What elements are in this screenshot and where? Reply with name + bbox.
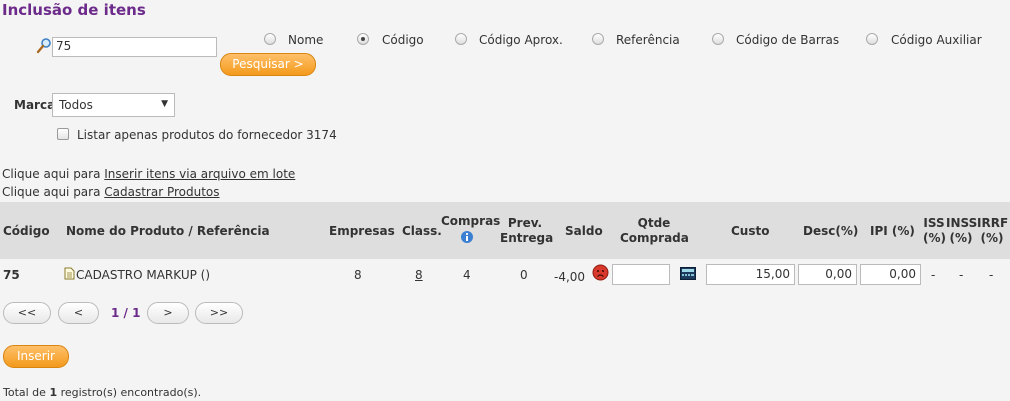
radio-label-codigo-aprox: Código Aprox. xyxy=(479,33,563,47)
row-inss: - xyxy=(959,268,964,282)
next-page-button[interactable]: > xyxy=(147,302,189,324)
header-iss-line2: (%) xyxy=(923,231,946,245)
supplier-filter-label: Listar apenas produtos do fornecedor 317… xyxy=(77,128,337,142)
header-desc: Desc(%) xyxy=(803,224,859,238)
results-count: Total de 1 registro(s) encontrado(s). xyxy=(3,386,201,399)
header-iss-line1: ISS xyxy=(923,216,945,230)
brand-select[interactable]: Todos ▼ xyxy=(52,93,175,117)
radio-label-codigo: Código xyxy=(382,33,424,47)
supplier-filter-checkbox[interactable] xyxy=(57,128,69,140)
header-nome: Nome do Produto / Referência xyxy=(66,224,270,238)
search-button[interactable]: Pesquisar > xyxy=(220,53,316,76)
header-irrf-line1: IRRF xyxy=(977,216,1009,230)
header-inss-line1: INSS xyxy=(946,216,978,230)
register-products-link[interactable]: Cadastrar Produtos xyxy=(104,185,219,199)
header-prev-entrega: Prev. Entrega xyxy=(500,216,554,246)
custo-input[interactable]: 15,00 xyxy=(706,264,795,285)
page-title: Inclusão de itens xyxy=(2,1,146,19)
radio-codigo[interactable] xyxy=(357,33,369,45)
sad-face-icon xyxy=(592,264,609,281)
row-iss: - xyxy=(931,268,936,282)
header-inss-line2: (%) xyxy=(949,231,973,245)
radio-label-codigo-auxiliar: Código Auxiliar xyxy=(891,33,982,47)
last-page-button[interactable]: >> xyxy=(195,302,243,324)
header-irrf: IRRF (%) xyxy=(977,216,1009,246)
row-empresas: 8 xyxy=(354,268,362,282)
table-header: Código Nome do Produto / Referência Empr… xyxy=(0,202,1010,259)
calculator-icon[interactable] xyxy=(680,267,696,280)
page-indicator: 1 / 1 xyxy=(111,306,141,320)
radio-label-nome: Nome xyxy=(288,33,324,47)
header-prev-line2: Entrega xyxy=(500,231,554,245)
batch-insert-line: Clique aqui para Inserir itens via arqui… xyxy=(2,167,295,181)
desc-input[interactable]: 0,00 xyxy=(798,264,857,285)
search-icon xyxy=(36,38,51,54)
prev-page-button[interactable]: < xyxy=(58,302,99,324)
table-row: 75 CADASTRO MARKUP () 8 8 4 0 -4,00 15,0… xyxy=(0,259,1010,291)
row-prev: 0 xyxy=(520,268,528,282)
row-irrf: - xyxy=(989,268,994,282)
radio-label-referencia: Referência xyxy=(616,33,680,47)
header-iss: ISS (%) xyxy=(923,216,946,246)
first-page-button[interactable]: << xyxy=(3,302,51,324)
header-inss: INSS (%) xyxy=(946,216,978,246)
header-codigo: Código xyxy=(3,224,50,238)
header-compras: Compras xyxy=(441,214,501,228)
radio-codigo-auxiliar[interactable] xyxy=(866,33,878,45)
row-compras: 4 xyxy=(463,268,471,282)
radio-label-codigo-barras: Código de Barras xyxy=(736,33,840,47)
row-nome: CADASTRO MARKUP () xyxy=(76,268,211,282)
header-prev-line1: Prev. xyxy=(507,216,543,230)
insert-button[interactable]: Inserir xyxy=(3,345,69,368)
qtde-input[interactable] xyxy=(612,264,670,285)
register-products-prefix: Clique aqui para xyxy=(2,185,105,199)
search-input[interactable]: 75 xyxy=(52,37,217,57)
brand-select-value: Todos xyxy=(59,98,93,112)
row-codigo: 75 xyxy=(3,268,20,282)
radio-nome[interactable] xyxy=(264,33,276,45)
results-prefix: Total de xyxy=(3,386,50,399)
info-icon[interactable] xyxy=(460,230,474,244)
header-saldo: Saldo xyxy=(565,224,603,238)
radio-codigo-aprox[interactable] xyxy=(455,33,467,45)
radio-codigo-barras[interactable] xyxy=(712,33,724,45)
batch-insert-link[interactable]: Inserir itens via arquivo em lote xyxy=(104,167,295,181)
header-qtde-line2: Comprada xyxy=(620,231,689,245)
header-ipi: IPI (%) xyxy=(870,224,915,238)
ipi-input[interactable]: 0,00 xyxy=(860,264,921,285)
radio-referencia[interactable] xyxy=(592,33,604,45)
results-suffix: registro(s) encontrado(s). xyxy=(57,386,202,399)
document-icon[interactable] xyxy=(64,267,75,280)
results-number: 1 xyxy=(49,386,58,399)
header-irrf-line2: (%) xyxy=(980,231,1004,245)
header-qtde-line1: Qtde xyxy=(637,216,671,230)
row-class-link[interactable]: 8 xyxy=(415,268,423,282)
row-saldo: -4,00 xyxy=(554,270,586,284)
header-qtde: Qtde Comprada xyxy=(620,216,689,246)
header-empresas: Empresas xyxy=(329,224,395,238)
batch-insert-prefix: Clique aqui para xyxy=(2,167,105,181)
dropdown-arrow-icon: ▼ xyxy=(161,99,168,109)
header-class: Class. xyxy=(402,224,442,238)
header-custo: Custo xyxy=(731,224,770,238)
brand-label: Marca xyxy=(14,98,56,112)
register-products-line: Clique aqui para Cadastrar Produtos xyxy=(2,185,220,199)
